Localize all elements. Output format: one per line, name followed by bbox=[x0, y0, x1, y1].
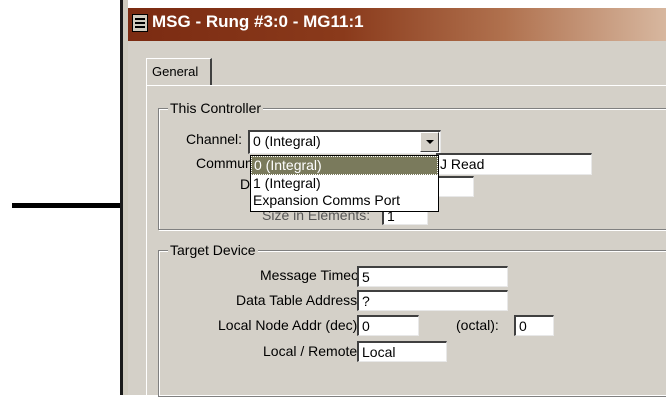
dropdown-option-integral-1[interactable]: 1 (Integral) bbox=[251, 175, 438, 192]
communication-command-label: Commun bbox=[196, 155, 253, 171]
tab-general-label: General bbox=[152, 64, 199, 79]
window-title: MSG - Rung #3:0 - MG11:1 bbox=[152, 12, 364, 31]
tab-panel-top-edge bbox=[146, 85, 666, 86]
local-node-addr-dec-value: 0 bbox=[362, 318, 370, 334]
local-node-addr-octal-field[interactable]: 0 bbox=[514, 315, 554, 336]
communication-command-value: J Read bbox=[440, 156, 485, 172]
local-remote-label: Local / Remote : bbox=[263, 343, 365, 359]
data-table-address-label-partial: D bbox=[240, 176, 251, 192]
app-icon[interactable] bbox=[132, 14, 148, 32]
target-data-table-address-value: ? bbox=[362, 293, 370, 309]
dropdown-option-integral-0[interactable]: 0 (Integral) bbox=[251, 156, 438, 175]
channel-combobox[interactable]: 0 (Integral) bbox=[248, 130, 441, 154]
channel-label: Channel: bbox=[186, 131, 243, 147]
tab-panel-left-edge bbox=[146, 85, 147, 395]
channel-dropdown-list[interactable]: 0 (Integral) 1 (Integral) Expansion Comm… bbox=[250, 155, 439, 212]
local-node-addr-label: Local Node Addr (dec): bbox=[218, 317, 362, 333]
this-controller-group-label: This Controller bbox=[168, 100, 264, 116]
data-table-address-field[interactable] bbox=[436, 176, 474, 197]
data-table-address-label: Data Table Address: bbox=[236, 292, 362, 308]
local-node-addr-dec-field[interactable]: 0 bbox=[357, 315, 419, 336]
message-timeout-value: 5 bbox=[362, 269, 370, 285]
target-device-group-label: Target Device bbox=[168, 242, 258, 258]
target-data-table-address-field[interactable]: ? bbox=[357, 290, 508, 311]
chevron-down-icon[interactable] bbox=[420, 132, 439, 152]
octal-label: (octal): bbox=[456, 317, 499, 333]
message-timeout-field[interactable]: 5 bbox=[357, 266, 508, 287]
local-remote-field[interactable]: Local bbox=[357, 341, 447, 362]
communication-command-field[interactable]: J Read bbox=[436, 153, 592, 175]
channel-combobox-value: 0 (Integral) bbox=[253, 133, 321, 149]
dropdown-option-expansion-comms-port[interactable]: Expansion Comms Port bbox=[251, 192, 438, 209]
local-node-addr-octal-value: 0 bbox=[519, 318, 527, 334]
local-remote-value: Local bbox=[362, 344, 396, 360]
